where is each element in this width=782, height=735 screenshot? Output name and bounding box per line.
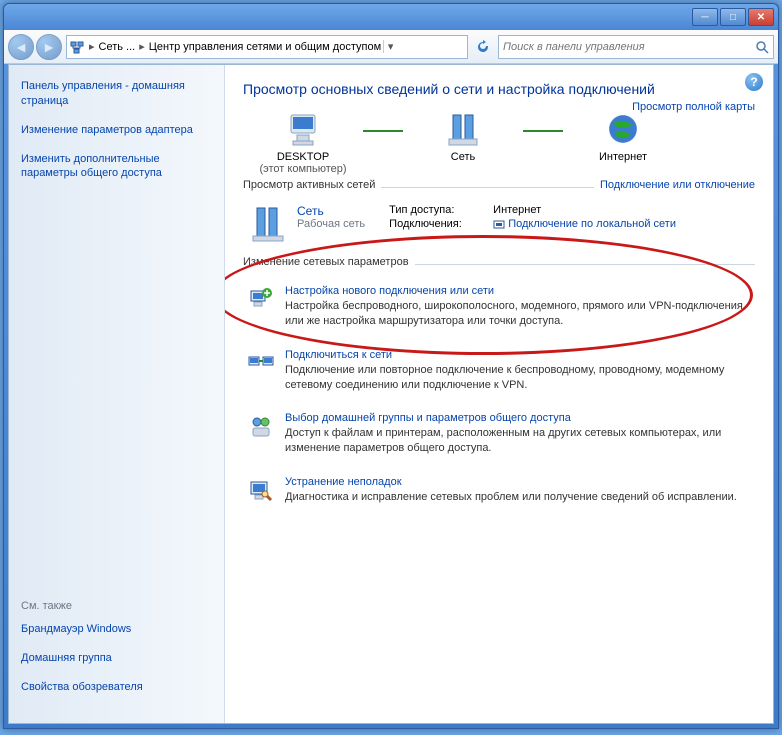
breadcrumb-network[interactable]: Сеть ... bbox=[99, 41, 136, 53]
chevron-icon: ▸ bbox=[87, 40, 97, 53]
connect-network-icon bbox=[247, 349, 275, 377]
connect-network-title[interactable]: Подключиться к сети bbox=[285, 349, 751, 361]
search-box[interactable] bbox=[498, 35, 774, 59]
breadcrumb-current[interactable]: Центр управления сетями и общим доступом bbox=[149, 41, 381, 53]
navbar: ◄ ► ▸ Сеть ... ▸ Центр управления сетями… bbox=[4, 30, 778, 64]
connector-icon bbox=[363, 109, 403, 135]
active-network-name[interactable]: Сеть bbox=[297, 204, 365, 218]
minimize-button[interactable]: ─ bbox=[692, 8, 718, 26]
homegroup-sharing-item[interactable]: Выбор домашней группы и параметров общег… bbox=[243, 406, 755, 462]
sidebar-firewall-link[interactable]: Брандмауэр Windows bbox=[21, 622, 212, 637]
connections-label: Подключения: bbox=[389, 218, 485, 230]
active-network-left: Сеть Рабочая сеть bbox=[249, 204, 365, 244]
maximize-button[interactable]: □ bbox=[720, 8, 746, 26]
help-icon[interactable]: ? bbox=[745, 73, 763, 91]
homegroup-sharing-title[interactable]: Выбор домашней группы и параметров общег… bbox=[285, 412, 751, 424]
active-networks-label: Просмотр активных сетей bbox=[243, 179, 381, 191]
refresh-button[interactable] bbox=[472, 36, 494, 58]
homegroup-sharing-desc: Доступ к файлам и принтерам, расположенн… bbox=[285, 426, 751, 456]
sidebar-home-link[interactable]: Панель управления - домашняя страница bbox=[21, 79, 212, 109]
connect-network-desc: Подключение или повторное подключение к … bbox=[285, 363, 751, 393]
change-settings-section: Изменение сетевых параметров bbox=[243, 264, 755, 265]
access-type-label: Тип доступа: bbox=[389, 204, 485, 216]
close-button[interactable]: ✕ bbox=[748, 8, 774, 26]
setup-new-connection-desc: Настройка беспроводного, широкополосного… bbox=[285, 299, 751, 329]
netmap-desktop-label: DESKTOP bbox=[277, 151, 329, 163]
connect-network-item[interactable]: Подключиться к сети Подключение или повт… bbox=[243, 343, 755, 399]
nav-arrows: ◄ ► bbox=[8, 34, 62, 60]
main-panel: ? Просмотр основных сведений о сети и на… bbox=[225, 65, 773, 723]
troubleshoot-title[interactable]: Устранение неполадок bbox=[285, 476, 751, 488]
back-button[interactable]: ◄ bbox=[8, 34, 34, 60]
netmap-desktop: DESKTOP (этот компьютер) bbox=[243, 109, 363, 175]
search-icon bbox=[755, 40, 769, 54]
window: ─ □ ✕ ◄ ► ▸ Сеть ... ▸ Центр управления … bbox=[3, 3, 779, 729]
sidebar-homegroup-link[interactable]: Домашняя группа bbox=[21, 651, 212, 666]
content: Панель управления - домашняя страница Из… bbox=[8, 64, 774, 724]
netmap-desktop-sub: (этот компьютер) bbox=[259, 163, 346, 175]
setup-new-connection-item[interactable]: Настройка нового подключения или сети На… bbox=[243, 279, 755, 335]
connector-icon bbox=[523, 109, 563, 135]
homegroup-icon bbox=[247, 412, 275, 440]
forward-button[interactable]: ► bbox=[36, 34, 62, 60]
netmap-network-label: Сеть bbox=[451, 151, 475, 163]
sidebar-adapter-link[interactable]: Изменение параметров адаптера bbox=[21, 123, 212, 138]
network-map: DESKTOP (этот компьютер) Сеть Интернет bbox=[243, 109, 755, 175]
network-switch-icon bbox=[443, 109, 483, 149]
active-network-type[interactable]: Рабочая сеть bbox=[297, 218, 365, 230]
setup-new-connection-title[interactable]: Настройка нового подключения или сети bbox=[285, 285, 751, 297]
sidebar-sharing-link[interactable]: Изменить дополнительные параметры общего… bbox=[21, 152, 212, 182]
access-type-value: Интернет bbox=[493, 204, 541, 216]
ethernet-icon bbox=[493, 218, 505, 230]
sidebar: Панель управления - домашняя страница Из… bbox=[9, 65, 225, 723]
sidebar-browser-props-link[interactable]: Свойства обозревателя bbox=[21, 680, 212, 695]
breadcrumb-dropdown[interactable]: ▾ bbox=[383, 40, 397, 53]
titlebar: ─ □ ✕ bbox=[4, 4, 778, 30]
computer-icon bbox=[283, 109, 323, 149]
troubleshoot-item[interactable]: Устранение неполадок Диагностика и испра… bbox=[243, 470, 755, 511]
netmap-internet: Интернет bbox=[563, 109, 683, 163]
page-title: Просмотр основных сведений о сети и наст… bbox=[243, 81, 755, 97]
globe-icon bbox=[603, 109, 643, 149]
netmap-internet-label: Интернет bbox=[599, 151, 647, 163]
sidebar-see-also: См. также bbox=[21, 600, 212, 612]
active-network-block: Сеть Рабочая сеть Тип доступа: Интернет … bbox=[243, 198, 755, 252]
connection-link[interactable]: Подключение по локальной сети bbox=[508, 218, 676, 230]
troubleshoot-icon bbox=[247, 476, 275, 504]
active-network-details: Тип доступа: Интернет Подключения: Подкл… bbox=[389, 204, 755, 244]
breadcrumb[interactable]: ▸ Сеть ... ▸ Центр управления сетями и о… bbox=[66, 35, 468, 59]
network-icon bbox=[69, 39, 85, 55]
server-icon bbox=[249, 204, 289, 244]
new-connection-icon bbox=[247, 285, 275, 313]
netmap-network: Сеть bbox=[403, 109, 523, 163]
settings-list: Настройка нового подключения или сети На… bbox=[243, 279, 755, 511]
active-networks-section: Просмотр активных сетей Подключение или … bbox=[243, 187, 755, 188]
connect-disconnect-link[interactable]: Подключение или отключение bbox=[594, 179, 755, 191]
window-controls: ─ □ ✕ bbox=[692, 8, 774, 26]
chevron-icon: ▸ bbox=[137, 40, 147, 53]
change-settings-label: Изменение сетевых параметров bbox=[243, 256, 415, 268]
troubleshoot-desc: Диагностика и исправление сетевых пробле… bbox=[285, 490, 751, 505]
search-input[interactable] bbox=[503, 41, 755, 53]
